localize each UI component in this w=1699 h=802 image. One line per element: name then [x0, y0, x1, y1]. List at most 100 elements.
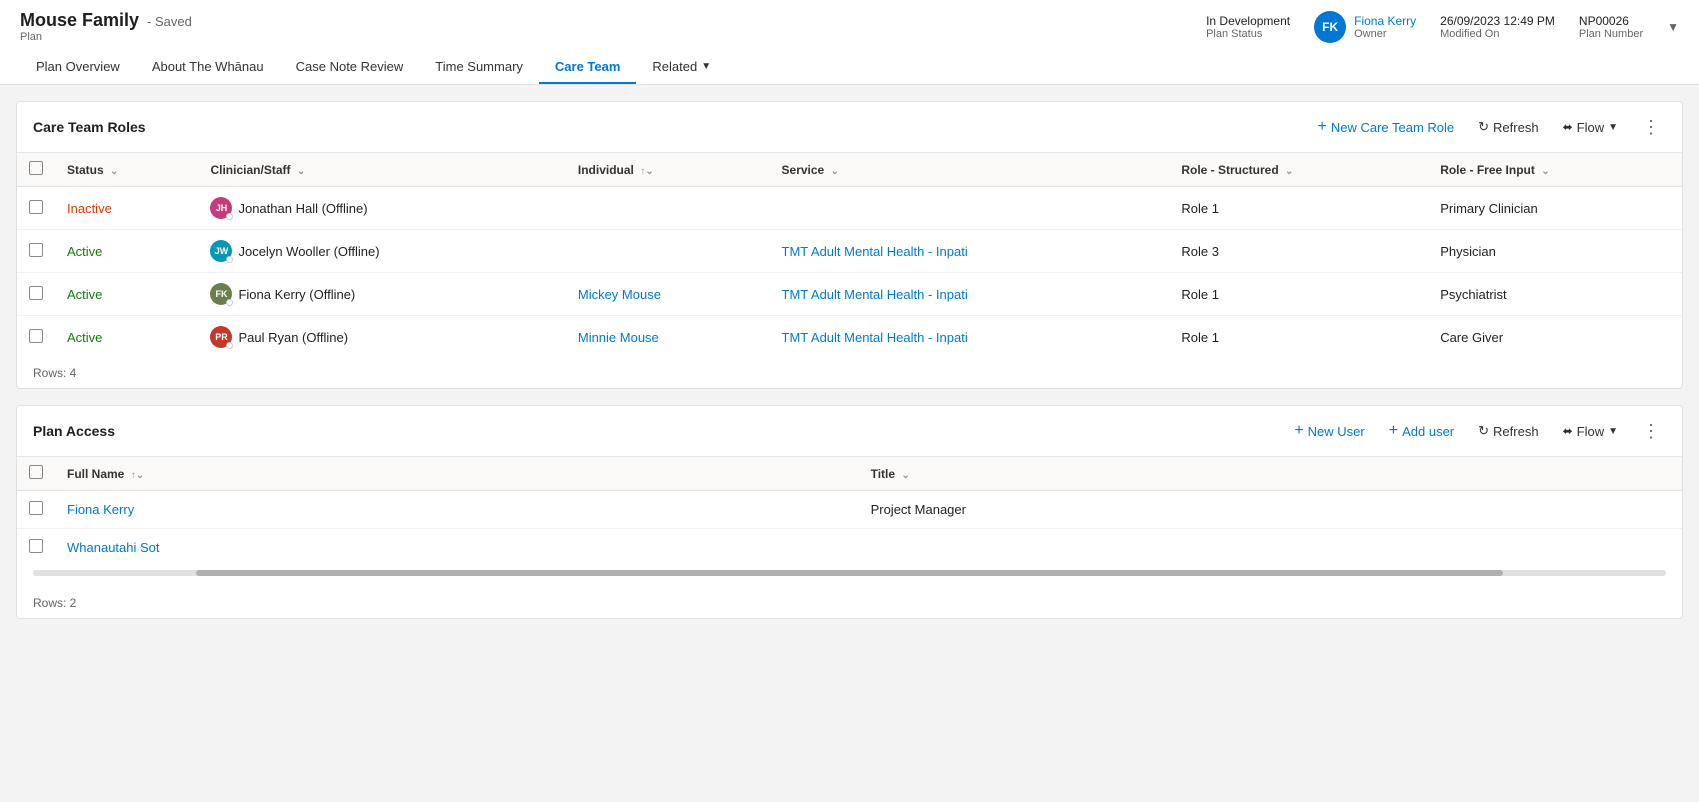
plan-access-title: Plan Access — [33, 423, 115, 439]
role-free-sort-icon: ⌄ — [1541, 166, 1549, 177]
clinician-name-link[interactable]: Fiona Kerry (Offline) — [238, 287, 355, 302]
tab-care-team[interactable]: Care Team — [539, 51, 637, 84]
plan-access-header: Plan Access + New User + Add user ↻ Refr… — [17, 406, 1682, 457]
nav-tabs: Plan Overview About The Whānau Case Note… — [20, 51, 1679, 84]
plan-flow-icon: ⬌ — [1563, 424, 1573, 438]
status-cell: Inactive — [55, 187, 198, 230]
row-checkbox-0[interactable] — [29, 200, 43, 214]
clinician-cell: FK Fiona Kerry (Offline) — [198, 273, 565, 316]
clinician-cell: JW Jocelyn Wooller (Offline) — [198, 230, 565, 273]
title-section: Mouse Family - Saved Plan — [20, 10, 192, 43]
full-name-cell[interactable]: Whanautahi Sot — [55, 529, 859, 567]
role-free-column-header[interactable]: Role - Free Input ⌄ — [1428, 153, 1682, 187]
tab-about-whanau[interactable]: About The Whānau — [136, 51, 280, 84]
clinician-sort-icon: ⌄ — [297, 166, 305, 177]
flow-chevron-down-icon: ▼ — [1608, 122, 1618, 133]
plan-access-flow-button[interactable]: ⬌ Flow ▼ — [1557, 420, 1624, 443]
clinician-name-link[interactable]: Jocelyn Wooller (Offline) — [238, 244, 379, 259]
title-cell: Project Manager — [859, 491, 1682, 529]
title-column-header[interactable]: Title ⌄ — [859, 457, 1682, 491]
service-cell[interactable]: TMT Adult Mental Health - Inpati — [770, 273, 1170, 316]
care-team-roles-header: Care Team Roles + New Care Team Role ↻ R… — [17, 102, 1682, 153]
pa-row-checkbox-1[interactable] — [29, 539, 43, 553]
status-cell: Active — [55, 273, 198, 316]
title-sort-icon: ⌄ — [901, 470, 909, 481]
scrollbar-thumb — [196, 570, 1502, 576]
role-free-cell: Physician — [1428, 230, 1682, 273]
status-cell: Active — [55, 316, 198, 359]
care-team-more-button[interactable]: ⋮ — [1636, 115, 1666, 140]
plan-refresh-icon: ↻ — [1478, 423, 1489, 439]
pa-select-all-checkbox[interactable] — [29, 465, 43, 479]
individual-cell — [566, 187, 770, 230]
select-all-checkbox[interactable] — [29, 161, 43, 175]
care-team-roles-table: Status ⌄ Clinician/Staff ⌄ Individual ↑⌄… — [17, 153, 1682, 358]
role-free-cell: Care Giver — [1428, 316, 1682, 359]
individual-column-header[interactable]: Individual ↑⌄ — [566, 153, 770, 187]
plan-access-actions: + New User + Add user ↻ Refresh ⬌ Flow ▼… — [1288, 418, 1666, 444]
clinician-name-link[interactable]: Paul Ryan (Offline) — [238, 330, 348, 345]
horizontal-scrollbar[interactable] — [33, 570, 1666, 576]
new-user-button[interactable]: + New User — [1288, 418, 1370, 444]
header-chevron-down-icon[interactable]: ▼ — [1667, 20, 1679, 34]
tab-case-note-review[interactable]: Case Note Review — [280, 51, 420, 84]
full-name-cell[interactable]: Fiona Kerry — [55, 491, 859, 529]
table-row: Fiona Kerry Project Manager — [17, 491, 1682, 529]
main-content: Care Team Roles + New Care Team Role ↻ R… — [0, 85, 1699, 635]
table-row: Whanautahi Sot — [17, 529, 1682, 567]
clinician-name-link[interactable]: Jonathan Hall (Offline) — [238, 201, 367, 216]
row-checkbox-1[interactable] — [29, 243, 43, 257]
plus-icon: + — [1317, 118, 1326, 136]
role-structured-column-header[interactable]: Role - Structured ⌄ — [1169, 153, 1428, 187]
clinician-cell: JH Jonathan Hall (Offline) — [198, 187, 565, 230]
tab-time-summary[interactable]: Time Summary — [419, 51, 539, 84]
plan-access-table: Full Name ↑⌄ Title ⌄ Fiona Kerry Project… — [17, 457, 1682, 566]
table-row: Active PR Paul Ryan (Offline) Minnie Mou… — [17, 316, 1682, 359]
service-column-header[interactable]: Service ⌄ — [770, 153, 1170, 187]
add-user-plus-icon: + — [1389, 422, 1398, 440]
service-cell[interactable]: TMT Adult Mental Health - Inpati — [770, 316, 1170, 359]
pa-select-all-header — [17, 457, 55, 491]
plan-number: NP00026 — [1579, 14, 1643, 28]
owner-name: Fiona Kerry — [1354, 14, 1416, 28]
modified-meta: 26/09/2023 12:49 PM Modified On — [1440, 14, 1555, 40]
plan-number-meta: NP00026 Plan Number — [1579, 14, 1643, 40]
table-row: Active FK Fiona Kerry (Offline) Mickey M… — [17, 273, 1682, 316]
select-all-header — [17, 153, 55, 187]
plan-flow-chevron-down-icon: ▼ — [1608, 426, 1618, 437]
page-title: Mouse Family — [20, 10, 139, 31]
new-user-plus-icon: + — [1294, 422, 1303, 440]
service-sort-icon: ⌄ — [831, 166, 839, 177]
status-column-header[interactable]: Status ⌄ — [55, 153, 198, 187]
saved-label: - Saved — [147, 14, 192, 29]
row-checkbox-3[interactable] — [29, 329, 43, 343]
care-team-flow-button[interactable]: ⬌ Flow ▼ — [1557, 116, 1624, 139]
row-checkbox-2[interactable] — [29, 286, 43, 300]
full-name-column-header[interactable]: Full Name ↑⌄ — [55, 457, 859, 491]
tab-related[interactable]: Related ▼ — [636, 51, 727, 84]
clinician-cell: PR Paul Ryan (Offline) — [198, 316, 565, 359]
plan-number-label: Plan Number — [1579, 28, 1643, 40]
header-right: In Development Plan Status FK Fiona Kerr… — [1206, 11, 1679, 43]
new-care-team-role-button[interactable]: + New Care Team Role — [1311, 114, 1460, 140]
add-user-button[interactable]: + Add user — [1383, 418, 1460, 444]
owner-label: Owner — [1354, 28, 1416, 40]
care-team-roles-actions: + New Care Team Role ↻ Refresh ⬌ Flow ▼ … — [1311, 114, 1666, 140]
role-free-cell: Psychiatrist — [1428, 273, 1682, 316]
pa-row-checkbox-0[interactable] — [29, 501, 43, 515]
service-cell[interactable]: TMT Adult Mental Health - Inpati — [770, 230, 1170, 273]
status-meta: In Development Plan Status — [1206, 14, 1290, 40]
title-cell — [859, 529, 1682, 567]
table-row: Active JW Jocelyn Wooller (Offline) TMT … — [17, 230, 1682, 273]
care-team-refresh-button[interactable]: ↻ Refresh — [1472, 115, 1544, 139]
table-row: Inactive JH Jonathan Hall (Offline) Role… — [17, 187, 1682, 230]
plan-access-more-button[interactable]: ⋮ — [1636, 419, 1666, 444]
page-subtitle: Plan — [20, 31, 192, 43]
plan-access-refresh-button[interactable]: ↻ Refresh — [1472, 419, 1544, 443]
tab-plan-overview[interactable]: Plan Overview — [20, 51, 136, 84]
role-structured-cell: Role 1 — [1169, 187, 1428, 230]
owner-avatar: FK — [1314, 11, 1346, 43]
individual-cell: Mickey Mouse — [566, 273, 770, 316]
refresh-icon: ↻ — [1478, 119, 1489, 135]
clinician-column-header[interactable]: Clinician/Staff ⌄ — [198, 153, 565, 187]
